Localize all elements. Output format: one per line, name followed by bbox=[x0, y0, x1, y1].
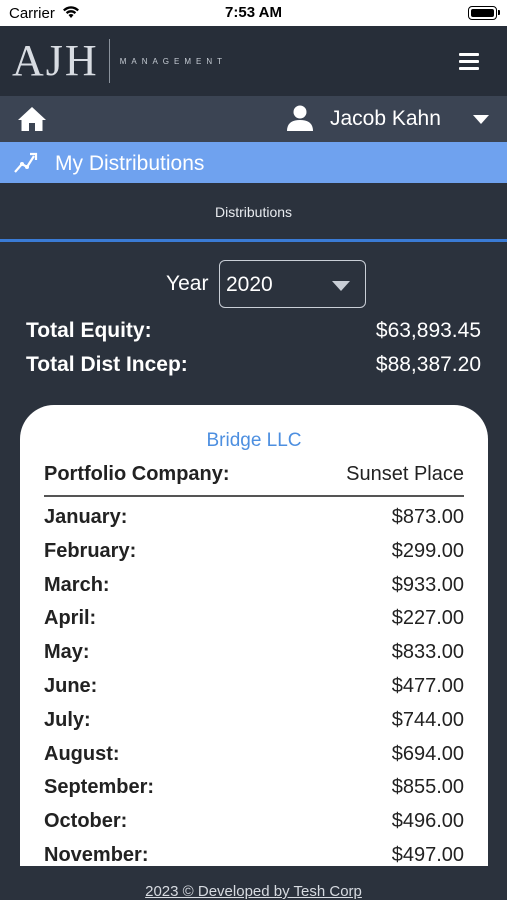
chevron-down-icon bbox=[332, 281, 350, 291]
company-name[interactable]: Bridge LLC bbox=[20, 430, 488, 452]
month-value: $933.00 bbox=[391, 573, 464, 596]
month-value: $833.00 bbox=[391, 641, 464, 664]
year-select[interactable]: 2020 bbox=[219, 260, 366, 308]
month-row: May: $833.00 bbox=[44, 641, 464, 675]
month-value: $744.00 bbox=[391, 708, 464, 731]
month-row: September: $855.00 bbox=[44, 776, 464, 810]
total-equity-row: Total Equity: $63,893.45 bbox=[26, 319, 481, 345]
portfolio-row: Portfolio Company: Sunset Place bbox=[44, 463, 464, 489]
total-dist-incep-label: Total Dist Incep: bbox=[26, 353, 188, 376]
clock: 7:53 AM bbox=[225, 4, 282, 21]
month-row: August: $694.00 bbox=[44, 743, 464, 777]
user-bar: Jacob Kahn bbox=[0, 96, 507, 142]
month-label: January: bbox=[44, 506, 128, 528]
battery-icon bbox=[468, 6, 500, 20]
user-avatar-icon[interactable] bbox=[286, 104, 314, 132]
divider bbox=[44, 495, 464, 497]
month-list: January: $873.00 February: $299.00 March: $… bbox=[44, 506, 464, 875]
month-row: June: $477.00 bbox=[44, 675, 464, 709]
month-label: July: bbox=[44, 708, 91, 731]
month-row: March: $933.00 bbox=[44, 574, 464, 608]
footer: 2023 © Developed by Tesh Corp bbox=[0, 866, 507, 900]
month-label: March: bbox=[44, 573, 110, 596]
month-label: September: bbox=[44, 776, 155, 799]
tab-label: Distributions bbox=[214, 204, 293, 220]
year-value: 2020 bbox=[226, 273, 273, 296]
distribution-icon bbox=[14, 152, 38, 173]
app-header: AJH MANAGEMENT bbox=[0, 26, 507, 96]
month-row: February: $299.00 bbox=[44, 540, 464, 574]
month-label: October: bbox=[44, 810, 128, 833]
status-bar: Carrier 7:53 AM bbox=[0, 0, 507, 26]
footer-link[interactable]: 2023 © Developed by Tesh Corp bbox=[0, 883, 507, 900]
month-label: June: bbox=[44, 674, 98, 697]
page-title: My Distributions bbox=[55, 152, 205, 175]
month-label: April: bbox=[44, 607, 97, 630]
total-equity-value: $63,893.45 bbox=[375, 319, 481, 342]
month-row: October: $496.00 bbox=[44, 810, 464, 844]
month-row: July: $744.00 bbox=[44, 709, 464, 743]
month-value: $299.00 bbox=[391, 539, 464, 562]
total-dist-incep-row: Total Dist Incep: $88,387.20 bbox=[26, 353, 481, 379]
month-value: $496.00 bbox=[391, 810, 464, 833]
tab-active-indicator bbox=[0, 239, 507, 242]
logo-mark: AJH bbox=[12, 36, 99, 85]
company-logo[interactable]: AJH MANAGEMENT bbox=[12, 35, 227, 87]
month-value: $873.00 bbox=[391, 506, 464, 528]
month-row: April: $227.00 bbox=[44, 607, 464, 641]
portfolio-label: Portfolio Company: bbox=[44, 463, 230, 485]
logo-subtitle: MANAGEMENT bbox=[119, 56, 228, 66]
month-value: $694.00 bbox=[391, 742, 464, 765]
chevron-down-icon[interactable] bbox=[473, 115, 489, 124]
user-name[interactable]: Jacob Kahn bbox=[330, 107, 441, 131]
month-value: $855.00 bbox=[391, 776, 464, 799]
total-equity-label: Total Equity: bbox=[26, 319, 152, 342]
total-dist-incep-value: $88,387.20 bbox=[375, 353, 481, 376]
month-row: January: $873.00 bbox=[44, 506, 464, 540]
menu-icon[interactable] bbox=[459, 53, 479, 70]
month-label: November: bbox=[44, 843, 149, 866]
year-label: Year bbox=[166, 272, 209, 295]
month-label: February: bbox=[44, 539, 137, 562]
month-label: May: bbox=[44, 641, 90, 664]
month-label: August: bbox=[44, 742, 120, 765]
logo-divider bbox=[108, 39, 110, 83]
portfolio-value: Sunset Place bbox=[346, 463, 464, 485]
month-value: $477.00 bbox=[391, 674, 464, 697]
month-value: $227.00 bbox=[391, 607, 464, 630]
tab-distributions[interactable]: Distributions bbox=[0, 183, 507, 241]
section-header: My Distributions bbox=[0, 142, 507, 183]
month-value: $497.00 bbox=[391, 843, 464, 866]
distribution-card: Bridge LLC Portfolio Company: Sunset Pla… bbox=[20, 405, 488, 875]
home-icon[interactable] bbox=[17, 105, 47, 133]
